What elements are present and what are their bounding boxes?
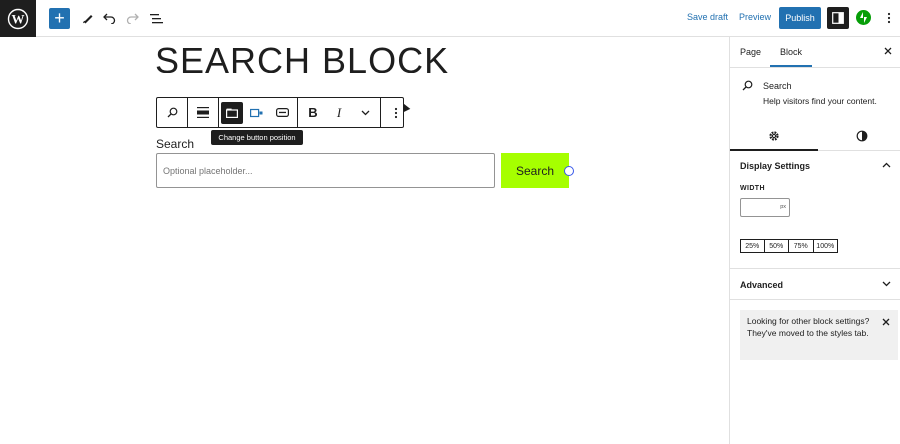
more-options-icon[interactable] <box>383 101 409 125</box>
chevron-down-icon[interactable] <box>882 279 891 289</box>
button-inside-icon[interactable] <box>243 101 269 125</box>
svg-text:W: W <box>12 11 25 26</box>
display-settings-title: Display Settings <box>740 161 811 171</box>
width-preset-50[interactable]: 50% <box>764 239 789 253</box>
resize-handle[interactable] <box>564 166 574 176</box>
wordpress-editor: W + Save draft Preview Publish SEARCH BL… <box>0 0 900 444</box>
search-input[interactable]: Optional placeholder... <box>156 153 495 188</box>
chevron-up-icon <box>882 160 891 170</box>
block-card-title: Search <box>763 81 792 91</box>
panel-divider <box>730 268 900 269</box>
width-preset-100[interactable]: 100% <box>813 239 838 253</box>
preview-button[interactable]: Preview <box>739 12 771 22</box>
save-draft-button[interactable]: Save draft <box>687 12 728 22</box>
search-icon[interactable] <box>159 101 185 125</box>
editor-top-bar: W + Save draft Preview Publish <box>0 0 900 37</box>
more-vertical-icon[interactable] <box>878 7 900 29</box>
plus-icon[interactable]: + <box>49 8 70 29</box>
toolbar-group-format: B I <box>298 98 381 127</box>
toolbar-group-options <box>381 98 411 127</box>
undo-icon[interactable] <box>98 7 120 29</box>
chevron-down-icon[interactable] <box>352 101 378 125</box>
styles-moved-notice: Looking for other block settings? They'v… <box>740 310 898 360</box>
gear-icon <box>769 130 779 141</box>
settings-styles-tabs <box>730 120 900 151</box>
wordpress-logo-icon[interactable]: W <box>0 0 36 37</box>
button-only-icon[interactable] <box>269 101 295 125</box>
block-card-description: Help visitors find your content. <box>763 96 877 106</box>
width-preset-25[interactable]: 25% <box>740 239 765 253</box>
toolbar-tooltip: Change button position <box>211 130 303 145</box>
search-input-placeholder: Optional placeholder... <box>163 165 253 176</box>
close-icon[interactable] <box>884 46 892 58</box>
align-icon[interactable] <box>190 101 216 125</box>
inserter-symbol: + <box>54 8 65 28</box>
italic-button[interactable]: I <box>326 101 352 125</box>
tab-page[interactable]: Page <box>740 47 761 57</box>
advanced-header[interactable]: Advanced <box>740 280 783 290</box>
search-icon <box>742 80 753 94</box>
redo-icon[interactable] <box>121 7 143 29</box>
toolbar-group-align <box>188 98 219 127</box>
active-tab-indicator <box>770 65 812 67</box>
pen-tool-icon[interactable] <box>77 7 99 29</box>
toolbar-group-button-settings <box>219 98 298 127</box>
page-heading[interactable]: SEARCH BLOCK <box>155 43 449 73</box>
button-position-icon[interactable] <box>221 101 243 124</box>
close-icon[interactable] <box>882 317 890 331</box>
width-presets: 25% 50% 75% 100% <box>740 239 838 253</box>
notice-text: Looking for other block settings? They'v… <box>747 316 870 338</box>
tab-block[interactable]: Block <box>780 47 802 57</box>
search-block-label[interactable]: Search <box>156 137 194 151</box>
sidebar-tabs: Page Block <box>730 37 900 68</box>
toolbar-group-block <box>157 98 188 127</box>
settings-panel-icon[interactable] <box>827 7 849 29</box>
tab-styles[interactable] <box>818 120 900 151</box>
width-field[interactable]: px <box>740 198 790 217</box>
width-unit[interactable]: px <box>780 204 786 210</box>
publish-button[interactable]: Publish <box>779 7 821 29</box>
width-label: WIDTH <box>740 185 765 192</box>
contrast-icon <box>856 130 868 141</box>
block-toolbar: B I <box>156 97 404 128</box>
width-preset-75[interactable]: 75% <box>789 239 814 253</box>
list-view-icon[interactable] <box>145 7 167 29</box>
display-settings-header[interactable]: Display Settings <box>730 151 900 181</box>
search-button[interactable]: Search <box>501 153 569 188</box>
panel-divider <box>730 299 900 300</box>
block-card: Search Help visitors find your content. <box>730 68 900 120</box>
jetpack-icon[interactable] <box>856 10 871 25</box>
bold-button[interactable]: B <box>300 101 326 125</box>
tab-settings[interactable] <box>730 120 818 151</box>
settings-sidebar: Page Block Search Help visitors find you… <box>729 37 900 444</box>
